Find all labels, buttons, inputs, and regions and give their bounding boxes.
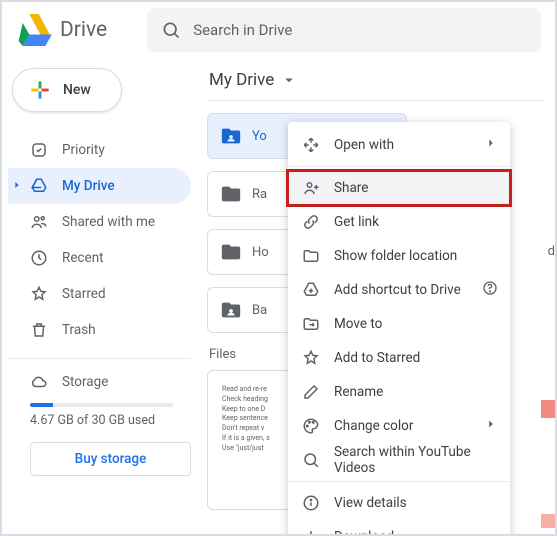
- menu-label: Rename: [334, 384, 383, 400]
- menu-add-starred[interactable]: Add to Starred: [288, 341, 510, 375]
- person-add-icon: [302, 179, 320, 197]
- palette-icon: [302, 417, 320, 435]
- folder-icon: [220, 241, 242, 263]
- folder-label: Ho: [252, 245, 269, 260]
- open-with-icon: [302, 136, 320, 154]
- menu-label: Open with: [334, 137, 394, 153]
- drive-shortcut-icon: [302, 281, 320, 299]
- search-icon: [161, 20, 181, 40]
- highlight-strip: [541, 400, 555, 418]
- menu-label: Change color: [334, 418, 413, 434]
- people-icon: [30, 213, 48, 231]
- move-to-icon: [302, 315, 320, 333]
- folder-label: Ba: [252, 303, 267, 318]
- menu-change-color[interactable]: Change color: [288, 409, 510, 443]
- sidebar-item-label: My Drive: [62, 178, 115, 194]
- new-button[interactable]: New: [12, 68, 122, 112]
- menu-label: Get link: [334, 214, 379, 230]
- truncated-label: d: [548, 244, 555, 259]
- search-input[interactable]: Search in Drive: [147, 8, 541, 52]
- sidebar-item-label: Recent: [62, 250, 104, 266]
- sidebar-item-storage[interactable]: Storage: [8, 369, 191, 395]
- menu-label: Download: [334, 529, 394, 536]
- shared-folder-icon: [220, 125, 242, 147]
- menu-share[interactable]: Share: [288, 171, 510, 205]
- priority-icon: [30, 141, 48, 159]
- divider: [8, 358, 191, 359]
- storage-meter: [30, 403, 173, 407]
- buy-storage-button[interactable]: Buy storage: [30, 442, 191, 476]
- divider: [207, 100, 545, 101]
- menu-download[interactable]: Download: [288, 520, 510, 536]
- sidebar-item-trash[interactable]: Trash: [8, 312, 191, 348]
- link-icon: [302, 213, 320, 231]
- sidebar-item-my-drive[interactable]: My Drive: [8, 168, 191, 204]
- sidebar-item-starred[interactable]: Starred: [8, 276, 191, 312]
- chevron-right-icon: [484, 136, 498, 154]
- menu-rename[interactable]: Rename: [288, 375, 510, 409]
- app-name: Drive: [60, 18, 107, 42]
- star-icon: [302, 349, 320, 367]
- app-logo-block: Drive: [16, 14, 107, 46]
- storage-label: Storage: [62, 374, 108, 390]
- folder-label: Ra: [252, 187, 267, 202]
- new-button-label: New: [63, 82, 91, 98]
- cloud-icon: [30, 373, 48, 391]
- sidebar-item-priority[interactable]: Priority: [8, 132, 191, 168]
- pencil-icon: [302, 383, 320, 401]
- breadcrumb[interactable]: My Drive: [207, 68, 545, 100]
- sidebar-item-label: Shared with me: [62, 214, 155, 230]
- folder-icon: [220, 183, 242, 205]
- clock-icon: [30, 249, 48, 267]
- menu-get-link[interactable]: Get link: [288, 205, 510, 239]
- search-icon: [302, 451, 320, 469]
- nav: Priority My Drive Shared with me Recent: [8, 132, 191, 348]
- folder-label: Yo: [252, 129, 267, 144]
- download-icon: [302, 528, 320, 536]
- menu-show-folder[interactable]: Show folder location: [288, 239, 510, 273]
- folder-icon: [302, 247, 320, 265]
- caret-right-icon: [12, 178, 22, 194]
- trash-icon: [30, 321, 48, 339]
- menu-add-shortcut[interactable]: Add shortcut to Drive: [288, 273, 510, 307]
- help-icon: [482, 280, 498, 300]
- sidebar: New Priority My Drive Shared with me: [2, 58, 197, 534]
- menu-label: Show folder location: [334, 248, 457, 264]
- chevron-down-icon: [280, 71, 298, 89]
- breadcrumb-label: My Drive: [209, 70, 274, 90]
- menu-label: Add to Starred: [334, 350, 420, 366]
- drive-logo-icon: [16, 14, 52, 46]
- menu-divider: [288, 481, 510, 482]
- shared-folder-icon: [220, 299, 242, 321]
- sidebar-item-recent[interactable]: Recent: [8, 240, 191, 276]
- menu-label: Add shortcut to Drive: [334, 282, 461, 298]
- sidebar-item-label: Starred: [62, 286, 106, 302]
- menu-open-with[interactable]: Open with: [288, 128, 510, 162]
- chevron-right-icon: [484, 417, 498, 435]
- sidebar-item-label: Trash: [62, 322, 96, 338]
- menu-label: Share: [334, 180, 368, 196]
- highlight-strip: [541, 514, 555, 528]
- star-icon: [30, 285, 48, 303]
- menu-label: Move to: [334, 316, 382, 332]
- search-placeholder: Search in Drive: [193, 21, 292, 39]
- menu-divider: [288, 166, 510, 167]
- context-menu: Open with Share Get link Show folder loc…: [288, 122, 510, 536]
- menu-move-to[interactable]: Move to: [288, 307, 510, 341]
- plus-icon: [27, 77, 53, 103]
- storage-usage-text: 4.67 GB of 30 GB used: [8, 413, 191, 438]
- menu-label: Search within YouTube Videos: [334, 444, 496, 476]
- drive-icon: [30, 177, 48, 195]
- menu-search-yt[interactable]: Search within YouTube Videos: [288, 443, 510, 477]
- menu-view-details[interactable]: View details: [288, 486, 510, 520]
- sidebar-item-shared[interactable]: Shared with me: [8, 204, 191, 240]
- info-icon: [302, 494, 320, 512]
- menu-label: View details: [334, 495, 407, 511]
- sidebar-item-label: Priority: [62, 142, 105, 158]
